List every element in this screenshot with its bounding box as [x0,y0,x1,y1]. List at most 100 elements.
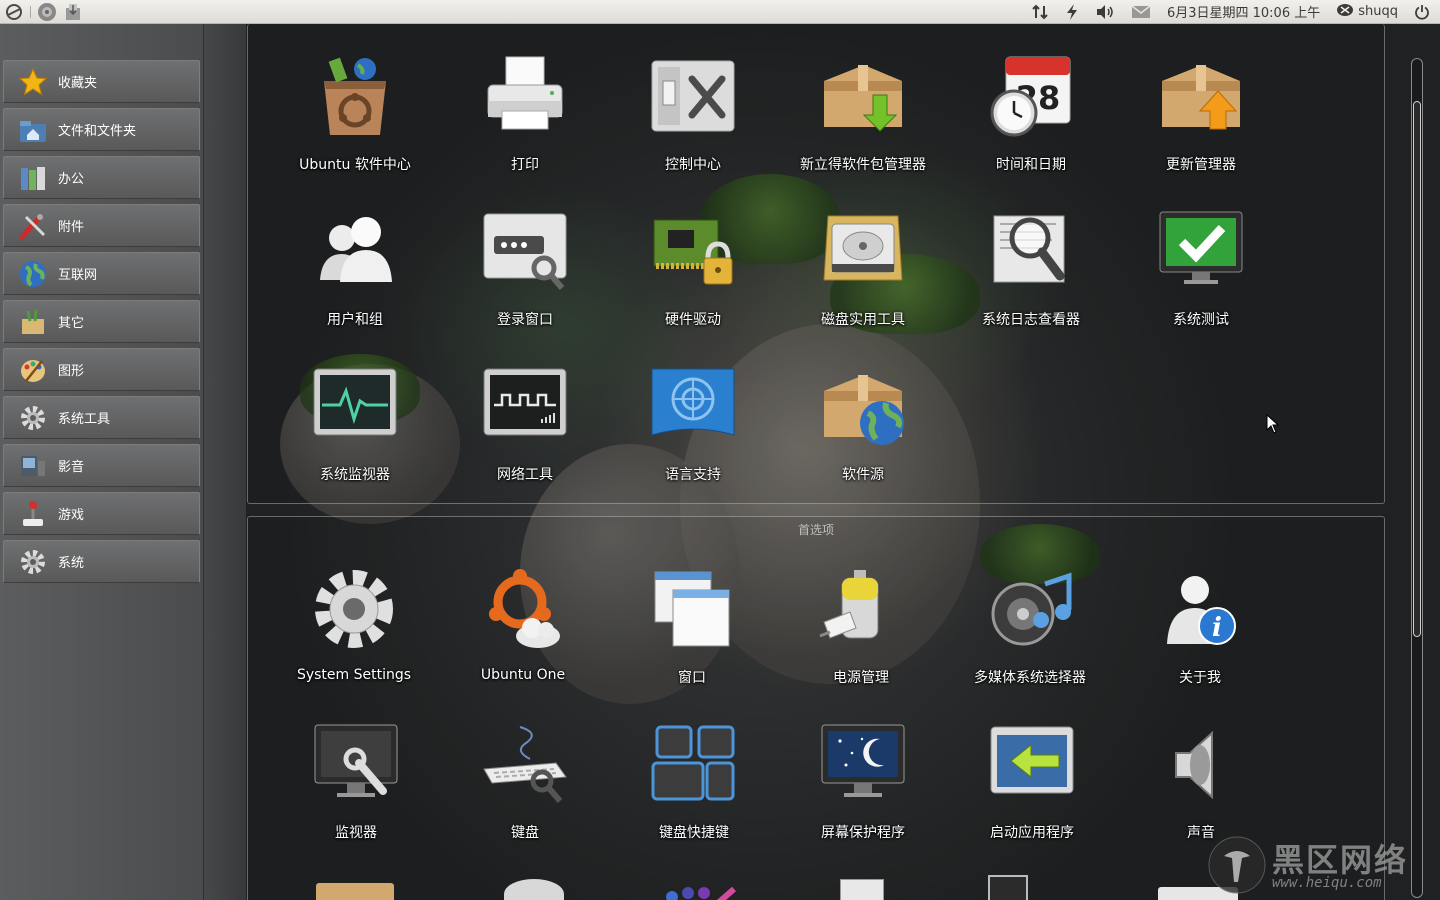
multimedia-icon [16,449,50,483]
app-print[interactable]: 打印 [440,48,610,198]
synaptic-icon [815,48,911,144]
remote-desktop-icon[interactable] [988,875,1028,900]
scrollbar-thumb[interactable] [1413,101,1421,637]
gear-icon [16,401,50,435]
app-power-management[interactable]: 电源管理 [776,561,946,711]
app-network-tools[interactable]: 网络工具 [440,358,610,508]
sidebar-item-favorites[interactable]: 收藏夹 [3,60,200,103]
windows-icon [644,561,740,657]
app-language-support[interactable]: 语言支持 [608,358,778,508]
app-label: 关于我 [1179,670,1221,686]
sidebar-item-internet[interactable]: 互联网 [3,252,200,295]
about-me-icon: i [1152,561,1248,657]
power-icon[interactable] [1065,3,1079,21]
vertical-scrollbar[interactable] [1411,58,1423,898]
mail-icon[interactable] [1131,4,1151,19]
app-label: 用户和组 [327,312,383,328]
app-screensaver[interactable]: 屏幕保护程序 [778,716,948,866]
app-ubuntu-software-center[interactable]: Ubuntu 软件中心 [270,48,440,198]
app-label: 窗口 [678,670,706,686]
app-label: Ubuntu 软件中心 [299,157,411,173]
sidebar-item-system[interactable]: 系统 [3,540,200,583]
sidebar-item-accessories[interactable]: 附件 [3,204,200,247]
app-users-groups[interactable]: 用户和组 [270,203,440,353]
volume-icon[interactable] [1095,4,1115,20]
app-control-center[interactable]: 控制中心 [608,48,778,198]
app-system-settings[interactable]: System Settings [269,561,439,711]
app-synaptic[interactable]: 新立得软件包管理器 [778,48,948,198]
server-icon[interactable] [840,879,884,900]
ubuntu-logo-icon[interactable] [4,2,24,22]
section-title-preferences: 首选项 [797,523,834,537]
multimedia-selector-icon [982,561,1078,657]
system-settings-icon [306,561,402,657]
user-menu[interactable]: shuqq [1336,3,1398,21]
sidebar-item-games[interactable]: 游戏 [3,492,200,535]
app-keyboard[interactable]: 键盘 [440,716,610,866]
app-monitors[interactable]: 监视器 [271,716,441,866]
app-label: 系统监视器 [320,467,390,483]
app-update-manager[interactable]: 更新管理器 [1116,48,1286,198]
joystick-icon [16,497,50,531]
app-multimedia-selector[interactable]: 多媒体系统选择器 [945,561,1115,711]
sidebar-item-label: 收藏夹 [58,76,98,91]
sidebar-divider [203,24,246,900]
app-label: System Settings [296,667,412,683]
other-icon [16,305,50,339]
sidebar-item-system-tools[interactable]: 系统工具 [3,396,200,439]
top-panel-launchers [0,0,83,24]
app-login-window[interactable]: 登录窗口 [440,203,610,353]
sidebar-item-label: 附件 [58,220,85,235]
app-disk-utility[interactable]: 磁盘实用工具 [778,203,948,353]
sidebar-item-multimedia[interactable]: 影音 [3,444,200,487]
package-icon[interactable] [316,883,394,900]
app-startup-applications[interactable]: 启动应用程序 [947,716,1117,866]
keyboard-shortcuts-icon [646,716,742,812]
log-viewer-icon [983,203,1079,299]
system-tray: 6月3日星期四 10:06 上午 shuqq [1015,0,1440,24]
app-ubuntu-one[interactable]: Ubuntu One [438,561,608,711]
software-center-icon [307,48,403,144]
screensaver-icon [815,716,911,812]
app-windows[interactable]: 窗口 [607,561,777,711]
palette-icon[interactable] [660,883,740,900]
app-label: 控制中心 [665,157,721,173]
home-folder-icon [16,113,50,147]
user-status-icon [1336,3,1354,21]
svg-text:i: i [1212,613,1222,643]
sidebar-item-label: 办公 [58,172,85,187]
clock[interactable]: 6月3日星期四 10:06 上午 [1167,2,1320,21]
users-icon [307,203,403,299]
shutdown-icon[interactable] [1414,4,1430,20]
app-hardware-drivers[interactable]: 硬件驱动 [608,203,778,353]
sidebar-item-graphics[interactable]: 图形 [3,348,200,391]
mouse-icon[interactable] [504,879,564,900]
files-icon[interactable] [63,2,83,22]
star-icon [16,65,50,99]
app-label: 监视器 [335,825,377,841]
network-tools-icon [477,358,573,454]
app-system-monitor[interactable]: 系统监视器 [270,358,440,508]
app-label: 键盘 [511,825,539,841]
app-about-me[interactable]: i 关于我 [1115,561,1285,711]
app-label: 系统日志查看器 [982,312,1080,328]
sidebar-item-label: 其它 [58,316,85,331]
network-icon[interactable] [1031,3,1049,21]
globe-icon [16,257,50,291]
app-log-viewer[interactable]: 系统日志查看器 [946,203,1116,353]
system-monitor-icon [307,358,403,454]
browser-icon[interactable] [37,2,57,22]
app-keyboard-shortcuts[interactable]: 键盘快捷键 [609,716,779,866]
sidebar-item-label: 文件和文件夹 [58,124,137,139]
app-label: 电源管理 [833,670,889,686]
app-time-date[interactable]: 28 时间和日期 [946,48,1116,198]
sidebar-item-other[interactable]: 其它 [3,300,200,343]
app-label: 新立得软件包管理器 [800,157,926,173]
app-system-testing[interactable]: 系统测试 [1116,203,1286,353]
sidebar-item-files-folders[interactable]: 文件和文件夹 [3,108,200,151]
user-name: shuqq [1358,4,1398,19]
app-software-sources[interactable]: 软件源 [778,358,948,508]
power-management-icon [813,561,909,657]
app-label: 网络工具 [497,467,553,483]
sidebar-item-office[interactable]: 办公 [3,156,200,199]
